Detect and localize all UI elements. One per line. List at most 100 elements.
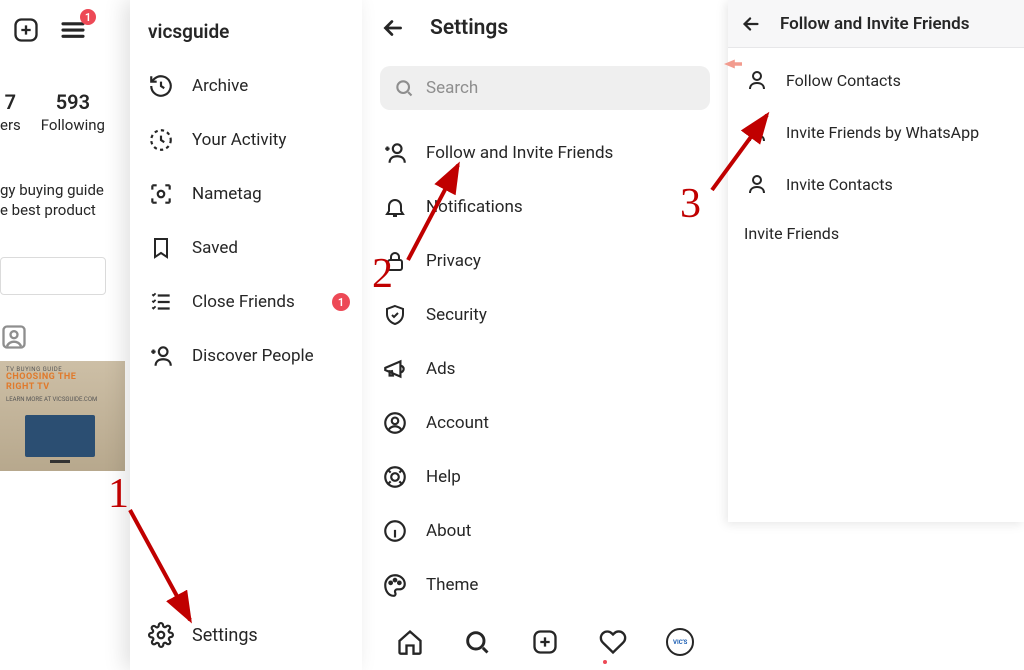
shield-icon [382,302,408,328]
profile-panel: 1 7 ers 593 Following gy buying guide e … [0,0,362,670]
home-icon[interactable] [396,628,424,656]
add-user-icon [382,140,408,166]
add-user-icon [148,343,174,369]
settings-item-account[interactable]: Account [364,396,726,450]
settings-item-label: Help [426,467,461,487]
follow-invite-list: Follow Contacts Invite Friends by WhatsA… [728,48,1024,263]
search-placeholder: Search [426,78,478,98]
bookmark-icon [148,235,174,261]
drawer-settings-label: Settings [192,625,258,646]
activity-heart-icon[interactable] [599,628,627,656]
drawer-username: vicsguide [130,0,362,59]
profile-drawer: vicsguide Archive Your Activity Nametag … [130,0,362,670]
settings-title: Settings [430,16,508,40]
stat-value: 7 [0,90,21,114]
back-button[interactable] [740,13,762,35]
new-post-icon[interactable] [531,628,559,656]
stats-row: 7 ers 593 Following [0,60,129,134]
thumbnail-tv-graphic [25,415,95,457]
tagged-tab-icon[interactable] [0,323,129,351]
stat-following[interactable]: 593 Following [41,90,105,134]
menu-badge: 1 [80,9,96,25]
drawer-item-label: Archive [192,76,248,96]
drawer-item-archive[interactable]: Archive [130,59,362,113]
settings-item-label: Follow and Invite Friends [426,143,613,163]
follow-invite-item-label: Invite Contacts [786,175,893,194]
activity-icon [148,127,174,153]
megaphone-icon [382,356,408,382]
stat-label: ers [0,116,21,134]
search-icon [394,78,414,98]
settings-item-label: About [426,521,471,541]
person-icon [744,172,770,196]
drawer-item-nametag[interactable]: Nametag [130,167,362,221]
settings-item-label: Ads [426,359,455,379]
drawer-item-label: Discover People [192,346,314,366]
settings-item-follow-invite[interactable]: Follow and Invite Friends [364,126,726,180]
settings-item-label: Notifications [426,197,523,217]
stat-value: 593 [41,90,105,114]
invite-friends-item[interactable]: Invite Friends [728,210,1024,257]
settings-item-label: Security [426,305,487,325]
lock-icon [382,248,408,274]
drawer-item-label: Close Friends [192,292,295,312]
settings-item-ads[interactable]: Ads [364,342,726,396]
settings-panel: Settings Search Follow and Invite Friend… [364,0,726,670]
settings-item-privacy[interactable]: Privacy [364,234,726,288]
new-post-button[interactable] [12,16,40,44]
person-icon [744,68,770,92]
settings-item-theme[interactable]: Theme [364,558,726,612]
settings-item-notifications[interactable]: Notifications [364,180,726,234]
invite-whatsapp-item[interactable]: Invite Friends by WhatsApp [728,106,1024,158]
menu-button[interactable]: 1 [58,15,88,45]
nametag-icon [148,181,174,207]
back-button[interactable] [380,15,406,41]
profile-avatar[interactable]: VIC'S [666,628,694,656]
post-thumbnail[interactable]: TV BUYING GUIDE CHOOSING THE RIGHT TV LE… [0,361,125,471]
stat-label: Following [41,116,105,134]
theme-icon [382,572,408,598]
invite-contacts-item[interactable]: Invite Contacts [728,158,1024,210]
thumbnail-overlay: TV BUYING GUIDE CHOOSING THE RIGHT TV LE… [6,367,97,404]
settings-item-label: Account [426,413,489,433]
settings-list: Follow and Invite Friends Notifications … [364,118,726,620]
gear-icon [148,622,174,648]
bio-line: gy buying guide [0,180,129,200]
follow-invite-title: Follow and Invite Friends [780,14,969,34]
settings-bottom-nav: VIC'S [364,614,726,670]
drawer-item-discover[interactable]: Discover People [130,329,362,383]
drawer-settings-button[interactable]: Settings [130,608,362,662]
settings-item-help[interactable]: Help [364,450,726,504]
settings-header: Settings [364,0,726,56]
drawer-item-label: Nametag [192,184,262,204]
follow-invite-item-label: Invite Friends [744,224,839,243]
settings-item-security[interactable]: Security [364,288,726,342]
drawer-item-label: Your Activity [192,130,286,150]
drawer-item-close-friends[interactable]: Close Friends 1 [130,275,362,329]
follow-invite-panel: Follow and Invite Friends Follow Contact… [728,0,1024,522]
history-icon [148,73,174,99]
drawer-item-saved[interactable]: Saved [130,221,362,275]
follow-invite-header: Follow and Invite Friends [728,0,1024,48]
settings-item-label: Theme [426,575,478,595]
bell-icon [382,194,408,220]
drawer-item-label: Saved [192,238,238,258]
stat-followers[interactable]: 7 ers [0,90,21,134]
follow-invite-item-label: Invite Friends by WhatsApp [786,123,979,142]
drawer-item-activity[interactable]: Your Activity [130,113,362,167]
drawer-item-badge: 1 [332,293,350,311]
follow-contacts-item[interactable]: Follow Contacts [728,54,1024,106]
settings-item-about[interactable]: About [364,504,726,558]
profile-bio: gy buying guide e best product [0,180,129,221]
follow-invite-item-label: Follow Contacts [786,71,901,90]
profile-left-strip: 7 ers 593 Following gy buying guide e be… [0,60,130,670]
settings-search[interactable]: Search [380,66,710,110]
info-icon [382,518,408,544]
edit-profile-button[interactable] [0,257,106,295]
bio-line: e best product [0,200,129,220]
list-icon [148,289,174,315]
pointer-arrow-icon [724,58,742,70]
search-icon[interactable] [463,628,491,656]
notification-dot [603,660,607,664]
person-icon [744,120,770,144]
